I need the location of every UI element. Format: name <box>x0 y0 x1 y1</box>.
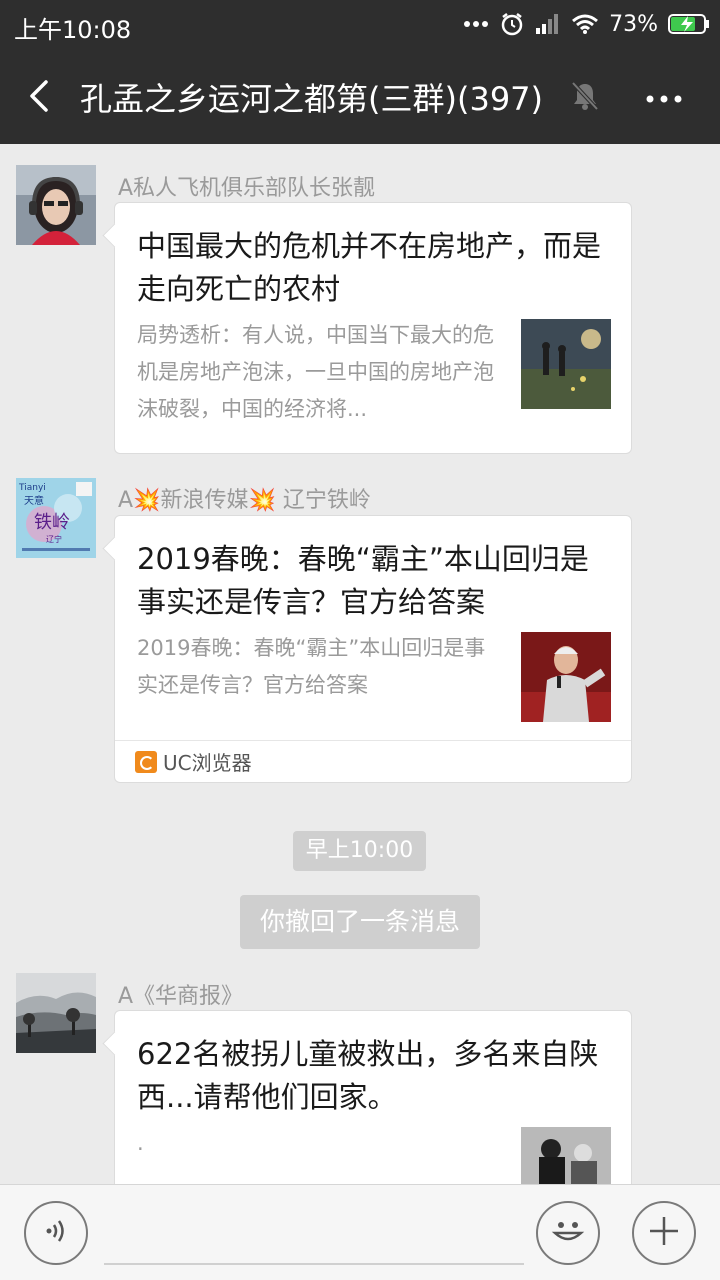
signal-icon <box>535 13 561 35</box>
chat-title: 孔孟之乡运河之都第(三群)(397) <box>80 80 544 118</box>
alarm-icon <box>499 11 525 37</box>
avatar[interactable] <box>16 165 96 245</box>
sender-name: A私人飞机俱乐部队长张靓 <box>118 176 376 201</box>
uc-browser-icon <box>135 750 157 773</box>
avatar[interactable]: Tianyi 天意 铁岭 辽宁 <box>16 478 96 558</box>
sender-name: A💥新浪传媒💥 辽宁铁岭 <box>118 488 371 513</box>
sender-name: A《华商报》 <box>118 984 244 1009</box>
status-time: 上午10:08 <box>14 16 132 44</box>
more-icon[interactable] <box>644 90 684 103</box>
emoji-button[interactable] <box>536 1201 600 1265</box>
avatar-region-text: 辽宁 <box>46 534 62 544</box>
mute-icon <box>570 80 600 112</box>
article-thumbnail <box>521 1127 611 1184</box>
voice-button[interactable] <box>24 1201 88 1265</box>
chat-area[interactable]: A私人飞机俱乐部队长张靓 中国最大的危机并不在房地产，而是走向死亡的农村 局势透… <box>0 144 720 1184</box>
voice-icon <box>41 1216 71 1250</box>
back-icon[interactable] <box>18 72 62 120</box>
article-card[interactable]: 2019春晚：春晚“霸主”本山回归是事实还是传言？官方给答案 2019春晚：春晚… <box>114 515 632 783</box>
article-thumbnail <box>521 319 611 409</box>
plus-button[interactable] <box>632 1201 696 1265</box>
article-desc: 局势透析：有人说，中国当下最大的危机是房地产泡沫，一旦中国的房地产泡沫破裂，中国… <box>137 323 494 421</box>
timestamp: 早上10:00 <box>293 831 426 871</box>
plus-icon <box>646 1213 682 1253</box>
article-title: 2019春晚：春晚“霸主”本山回归是事实还是传言？官方给答案 <box>137 542 589 619</box>
status-icons: 73% <box>463 8 710 40</box>
battery-charging-icon <box>668 13 710 35</box>
article-thumbnail <box>521 632 611 722</box>
source-label: UC浏览器 <box>163 751 252 775</box>
article-desc: 2019春晚：春晚“霸主”本山回归是事实还是传言？官方给答案 <box>137 636 486 697</box>
battery-percent: 73% <box>609 11 658 37</box>
more-dots-icon <box>463 20 489 28</box>
article-source: UC浏览器 <box>115 740 631 782</box>
nav-bar: 孔孟之乡运河之都第(三群)(397) <box>0 48 720 144</box>
emoji-icon <box>546 1209 590 1257</box>
avatar-line-text: 天意 <box>24 494 44 507</box>
article-title: 中国最大的危机并不在房地产，而是走向死亡的农村 <box>137 229 602 306</box>
avatar[interactable] <box>16 973 96 1053</box>
article-card[interactable]: 中国最大的危机并不在房地产，而是走向死亡的农村 局势透析：有人说，中国当下最大的… <box>114 202 632 454</box>
recall-notice: 你撤回了一条消息 <box>240 895 480 949</box>
article-desc: . <box>137 1131 144 1155</box>
status-bar: 上午10:08 73% <box>0 0 720 48</box>
wifi-icon <box>571 13 599 35</box>
message-input[interactable] <box>104 1263 524 1265</box>
input-bar <box>0 1184 720 1280</box>
article-card[interactable]: 622名被拐儿童被救出，多名来自陕西...请帮他们回家。 . <box>114 1010 632 1184</box>
avatar-city-text: 铁岭 <box>34 512 70 533</box>
avatar-brand-text: Tianyi <box>18 483 46 493</box>
article-title: 622名被拐儿童被救出，多名来自陕西...请帮他们回家。 <box>137 1037 599 1114</box>
